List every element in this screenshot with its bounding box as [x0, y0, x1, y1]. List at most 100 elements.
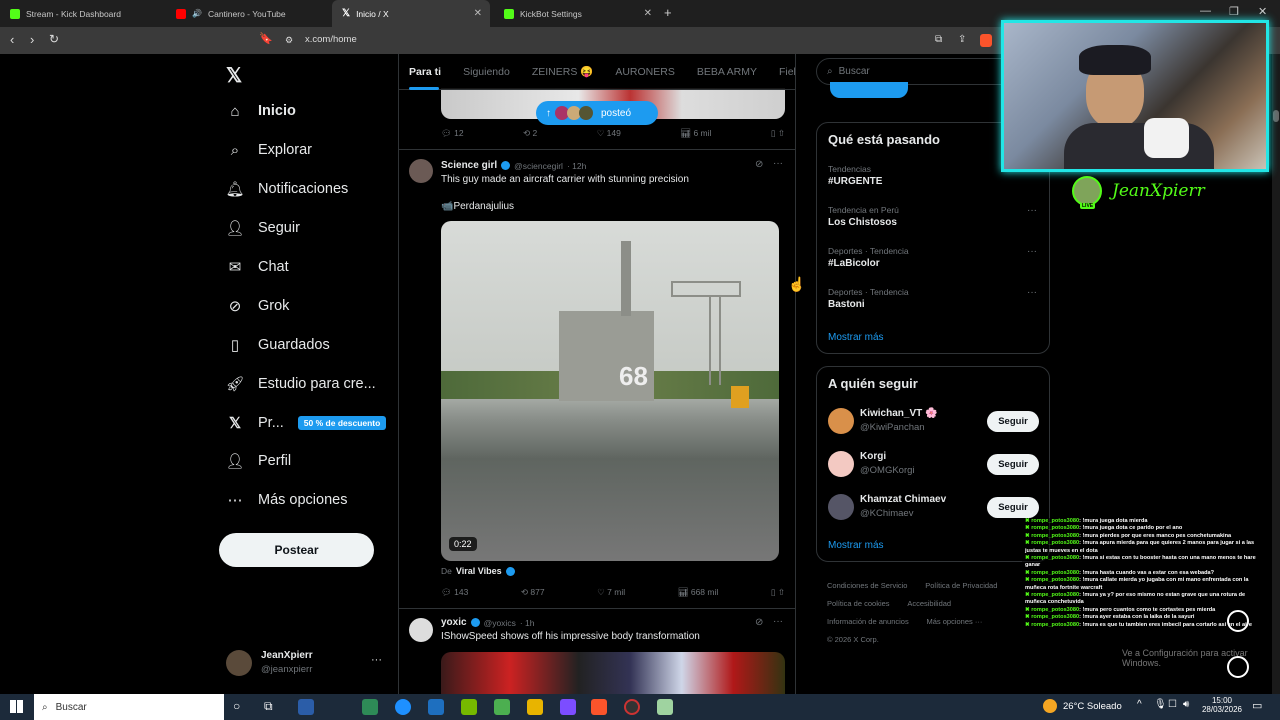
task-view-icon[interactable]: ⧉	[264, 699, 273, 714]
tab-beba-army[interactable]: BEBA ARMY	[697, 66, 757, 78]
more-icon[interactable]: ···	[773, 616, 783, 627]
grok-icon[interactable]: ⊘	[755, 617, 763, 628]
trend-item[interactable]: #URGENTE	[828, 176, 882, 187]
brave-icon[interactable]	[591, 699, 607, 715]
tab-siguiendo[interactable]: Siguiendo	[463, 66, 510, 78]
like-button[interactable]: ♡ 149	[597, 128, 621, 139]
nav-item-explorar[interactable]: ⌕ Explorar	[226, 141, 312, 159]
avatar[interactable]	[409, 159, 433, 183]
tab-kickbot-settings[interactable]: KickBot Settings ✕	[494, 0, 660, 27]
mail-icon[interactable]	[428, 699, 444, 715]
scrollbar-thumb[interactable]	[1273, 110, 1279, 122]
windows-start-icon[interactable]	[10, 700, 23, 713]
avatar[interactable]	[828, 494, 854, 520]
mic-icon[interactable]: 🎙︎	[1154, 699, 1167, 710]
minimize-icon[interactable]: —	[1200, 5, 1211, 17]
nav-item-guardados[interactable]: ▯ Guardados	[226, 336, 330, 354]
follow-name[interactable]: Korgi	[860, 451, 886, 462]
source-account-link[interactable]: Viral Vibes	[456, 566, 502, 576]
nvidia-icon[interactable]	[461, 699, 477, 715]
grok-icon[interactable]: ⊘	[755, 159, 763, 170]
avatar[interactable]	[828, 408, 854, 434]
forward-icon[interactable]: ›	[30, 32, 34, 47]
tweet-media[interactable]	[441, 652, 785, 694]
trend-item[interactable]: Los Chistosos	[828, 217, 897, 228]
nav-item-premium[interactable]: 𝕏 Pr... 50 % de descuento	[226, 414, 387, 432]
notifications-icon[interactable]: ▭	[1252, 699, 1262, 712]
reload-icon[interactable]: ↻	[49, 32, 59, 46]
back-icon[interactable]: ‹	[10, 32, 14, 47]
nav-item-grok[interactable]: ⊘ Grok	[226, 297, 290, 315]
grok-float-icon[interactable]	[1227, 610, 1249, 632]
close-tab-icon[interactable]: ✕	[644, 8, 652, 19]
new-tab-icon[interactable]: +	[664, 5, 672, 20]
nav-item-mas-opciones[interactable]: ⋯ Más opciones	[226, 491, 348, 509]
tweet-video[interactable]: 68 0:22	[441, 221, 779, 561]
follow-button[interactable]: Seguir	[987, 454, 1039, 475]
trend-item[interactable]: #LaBicolor	[828, 258, 880, 269]
show-more-follow-link[interactable]: Mostrar más	[828, 540, 884, 551]
reply-button[interactable]: 💬︎ 12	[441, 128, 464, 139]
nav-item-inicio[interactable]: ⌂ Inicio	[226, 102, 295, 120]
tab-fiel-army[interactable]: Fiel Arm	[779, 66, 795, 78]
follow-name[interactable]: Kiwichan_VT 🌸	[860, 408, 937, 419]
nav-item-perfil[interactable]: 👤︎ Perfil	[225, 452, 291, 470]
obs-icon[interactable]	[624, 699, 640, 715]
author-handle[interactable]: @sciencegirl	[514, 161, 563, 171]
page-scrollbar[interactable]	[1272, 54, 1280, 694]
app-icon[interactable]	[657, 699, 673, 715]
tweet-time[interactable]: · 1h	[520, 618, 535, 628]
avatar[interactable]	[828, 451, 854, 477]
weather-text[interactable]: 26°C Soleado	[1063, 701, 1122, 712]
url-field[interactable]: x.com/home	[305, 34, 357, 45]
cortana-icon[interactable]: ○	[233, 699, 240, 713]
app-icon[interactable]	[494, 699, 510, 715]
reply-button[interactable]: 💬︎ 143	[441, 587, 468, 598]
tweet-time[interactable]: · 12h	[567, 161, 586, 171]
like-button[interactable]: ♡ 7 mil	[597, 587, 625, 598]
new-posts-pill[interactable]: ↑ posteó	[536, 101, 658, 125]
bookmark-page-icon[interactable]: 🔖	[259, 32, 273, 45]
nav-item-seguir[interactable]: 👤︎ Seguir	[225, 219, 299, 237]
more-icon[interactable]: ···	[773, 158, 783, 169]
open-external-icon[interactable]: ⧉	[935, 34, 942, 45]
nav-item-estudio[interactable]: 🚀︎ Estudio para cre...	[225, 375, 375, 393]
more-icon[interactable]: ···	[1027, 205, 1037, 216]
store-icon[interactable]	[362, 699, 378, 715]
app-icon[interactable]	[298, 699, 314, 715]
tab-auroners[interactable]: AURONERS	[615, 66, 675, 78]
more-icon[interactable]: ···	[1027, 246, 1037, 257]
tab-x-home[interactable]: 𝕏 Inicio / X ✕	[332, 0, 490, 27]
chevron-up-icon[interactable]: ^	[1137, 699, 1142, 710]
close-tab-icon[interactable]: ✕	[474, 8, 482, 19]
follow-button[interactable]: Seguir	[987, 497, 1039, 518]
bookmark-icon[interactable]: ▯ ⇧	[771, 128, 785, 139]
taskbar-search[interactable]: ⌕ Buscar	[34, 694, 224, 720]
x-logo-icon[interactable]: 𝕏	[226, 63, 242, 88]
subscribe-button-partial[interactable]	[830, 82, 908, 98]
follow-name[interactable]: Khamzat Chimaev	[860, 494, 946, 505]
author-name[interactable]: Science girl	[441, 160, 497, 171]
author-name[interactable]: yoxic	[441, 617, 467, 628]
edge-icon[interactable]	[395, 699, 411, 715]
avatar[interactable]	[409, 618, 433, 642]
tab-zeiners[interactable]: ZEINERS 😝	[532, 65, 594, 78]
tab-kick-dashboard[interactable]: Stream - Kick Dashboard	[0, 0, 166, 27]
follow-button[interactable]: Seguir	[987, 411, 1039, 432]
network-icon[interactable]: ☐	[1168, 699, 1177, 710]
close-window-icon[interactable]: ✕	[1258, 5, 1267, 18]
tab-youtube[interactable]: 🔊 Cantinero - YouTube	[166, 0, 332, 27]
site-info-icon[interactable]: ⚙	[285, 35, 293, 46]
share-icon[interactable]: ⇪	[958, 34, 966, 45]
author-handle[interactable]: @yoxics	[484, 618, 516, 628]
tab-para-ti[interactable]: Para ti	[409, 66, 441, 78]
more-icon[interactable]: ···	[1027, 287, 1037, 298]
account-switcher[interactable]: JeanXpierr @jeanxpierr ···	[226, 648, 392, 682]
brave-shield-icon[interactable]	[980, 34, 992, 47]
clock[interactable]: 15:00 28/03/2026	[1201, 696, 1243, 714]
nav-item-notificaciones[interactable]: 🔔︎ Notificaciones	[225, 180, 348, 198]
app-icon[interactable]	[560, 699, 576, 715]
repost-button[interactable]: ⟲ 877	[521, 587, 545, 598]
repost-button[interactable]: ⟲ 2	[523, 128, 537, 139]
maximize-icon[interactable]: ❐	[1229, 5, 1239, 18]
